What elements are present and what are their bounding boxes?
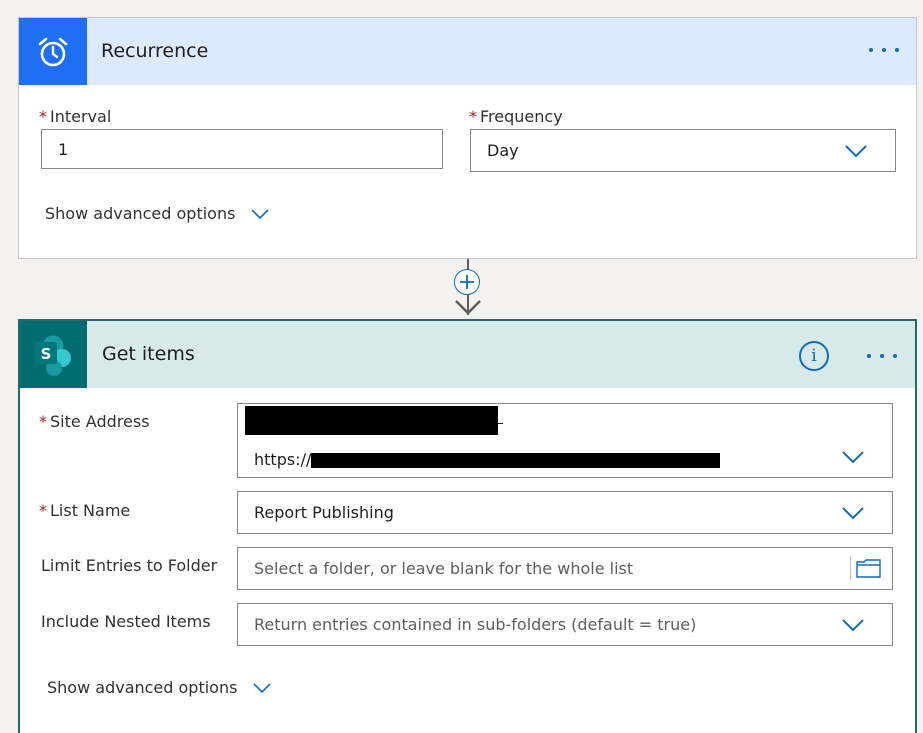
sharepoint-letter: S	[40, 345, 51, 363]
recurrence-title: Recurrence	[101, 40, 209, 62]
chevron-down-icon	[252, 683, 271, 694]
list-name-value: Report Publishing	[254, 503, 394, 522]
more-dot	[867, 354, 871, 358]
get-items-advanced-options[interactable]: Show advanced options	[47, 678, 271, 697]
recurrence-more-button[interactable]	[869, 40, 899, 60]
limit-entries-placeholder: Select a folder, or leave blank for the …	[254, 559, 634, 578]
required-asterisk: *	[39, 412, 47, 431]
chevron-down-icon	[250, 209, 269, 220]
limit-entries-label: Limit Entries to Folder	[41, 556, 218, 575]
frequency-select[interactable]: Day	[470, 129, 896, 172]
input-divider	[850, 556, 851, 580]
interval-label: * Interval	[39, 107, 111, 126]
list-name-label: * List Name	[39, 501, 130, 520]
folder-icon[interactable]	[856, 559, 881, 578]
required-asterisk: *	[39, 107, 47, 126]
get-items-header[interactable]: S Get items i	[20, 321, 915, 388]
info-icon[interactable]: i	[799, 341, 829, 371]
plus-icon	[460, 275, 474, 289]
site-address-value: https://	[254, 450, 312, 469]
frequency-label-text: Frequency	[480, 107, 563, 126]
more-dot	[893, 354, 897, 358]
more-dot	[880, 354, 884, 358]
chevron-down-icon[interactable]	[842, 619, 864, 632]
redacted-block	[245, 406, 498, 435]
site-address-select[interactable]: https://	[237, 403, 893, 478]
chevron-down-icon[interactable]	[842, 451, 864, 464]
nested-items-label: Include Nested Items	[41, 612, 211, 631]
text-fragment	[498, 423, 503, 424]
more-dot	[869, 48, 873, 52]
interval-label-text: Interval	[50, 107, 112, 126]
recurrence-card: Recurrence * Interval 1 * Frequency Day Sh…	[18, 17, 917, 259]
list-name-select[interactable]: Report Publishing	[237, 491, 893, 534]
alarm-clock-icon	[19, 18, 87, 85]
advanced-options-label: Show advanced options	[47, 678, 238, 697]
interval-value: 1	[58, 140, 69, 159]
frequency-label: * Frequency	[469, 107, 563, 126]
recurrence-header[interactable]: Recurrence	[19, 18, 916, 85]
add-step-button[interactable]	[454, 269, 480, 295]
nested-items-value: Return entries contained in sub-folders …	[254, 615, 697, 634]
get-items-card: S Get items i * Site Address https:// * Li…	[18, 319, 917, 733]
required-asterisk: *	[39, 501, 47, 520]
get-items-title: Get items	[102, 343, 195, 365]
sharepoint-icon: S	[20, 321, 87, 388]
list-name-label-text: List Name	[50, 501, 131, 520]
arrow-down-icon	[455, 300, 481, 315]
more-dot	[895, 48, 899, 52]
nested-items-select[interactable]: Return entries contained in sub-folders …	[237, 603, 893, 646]
recurrence-advanced-options[interactable]: Show advanced options	[45, 204, 269, 223]
more-dot	[882, 48, 886, 52]
site-address-label: * Site Address	[39, 412, 150, 431]
site-address-label-text: Site Address	[50, 412, 150, 431]
advanced-options-label: Show advanced options	[45, 204, 236, 223]
redacted-block	[311, 453, 720, 468]
chevron-down-icon[interactable]	[842, 507, 864, 520]
chevron-down-icon[interactable]	[845, 145, 867, 158]
get-items-more-button[interactable]	[867, 346, 897, 366]
required-asterisk: *	[469, 107, 477, 126]
limit-entries-input[interactable]: Select a folder, or leave blank for the …	[237, 547, 893, 590]
interval-input[interactable]: 1	[41, 129, 443, 169]
frequency-value: Day	[487, 141, 519, 160]
